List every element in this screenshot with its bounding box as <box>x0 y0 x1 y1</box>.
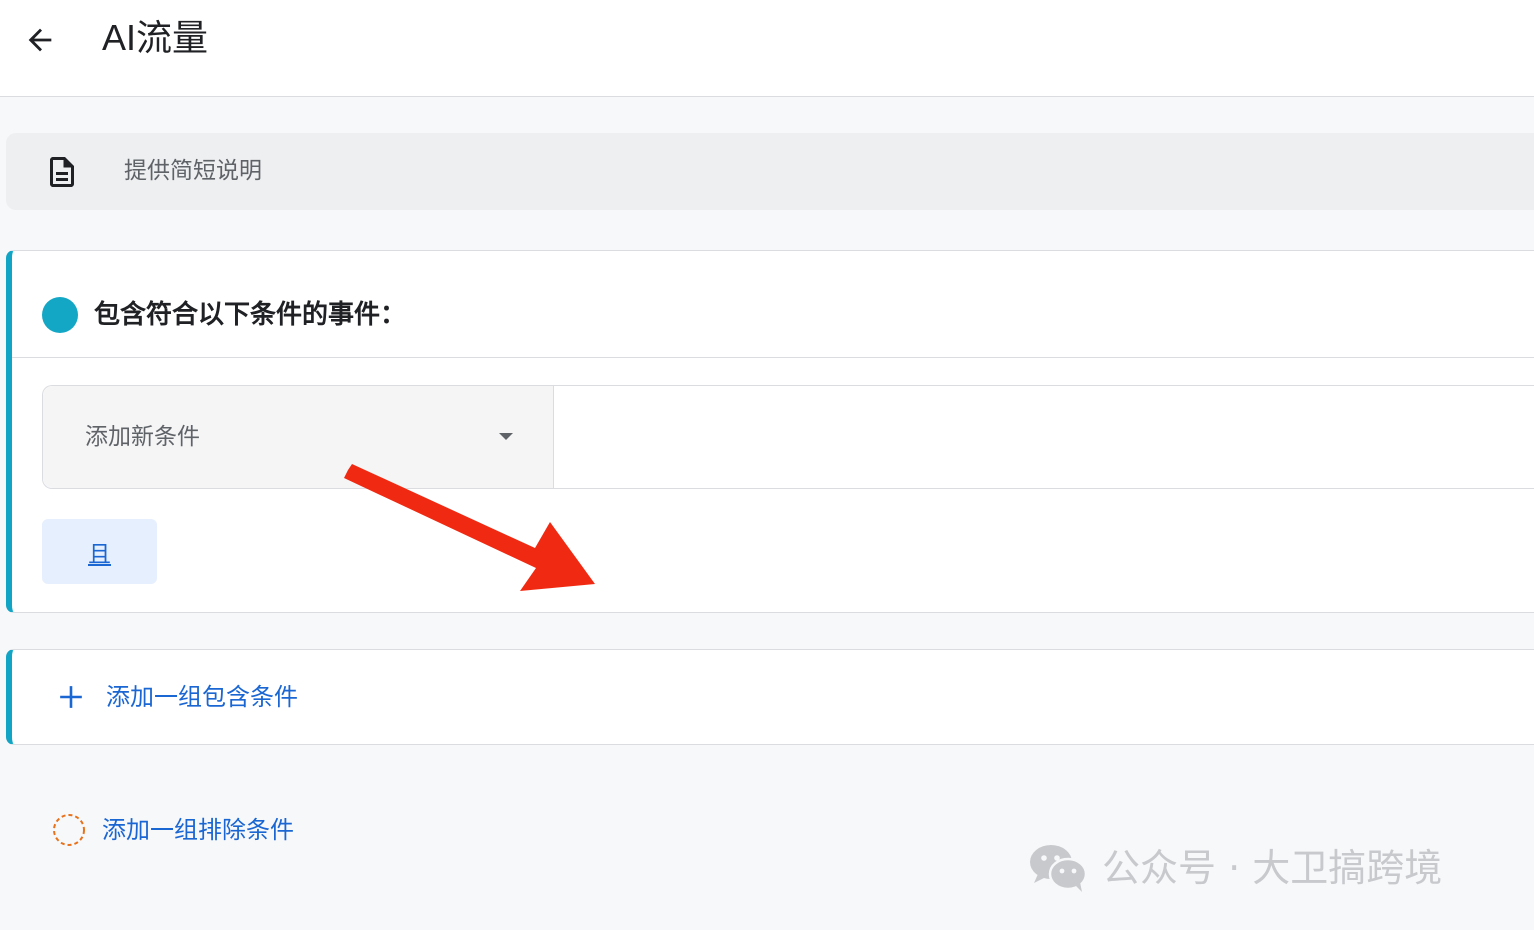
add-exclude-group-button[interactable]: 添加一组排除条件 <box>52 813 294 847</box>
wechat-icon <box>1030 845 1088 892</box>
back-button[interactable] <box>18 18 62 62</box>
page-title: AI流量 <box>102 17 209 58</box>
watermark: 公众号 · 大卫搞跨境 <box>1028 840 1442 896</box>
group-status-dot-icon <box>42 297 78 333</box>
description-placeholder: 提供简短说明 <box>124 158 262 184</box>
plus-icon <box>60 686 82 708</box>
document-icon <box>50 157 74 187</box>
add-include-group-card: 添加一组包含条件 <box>6 649 1534 745</box>
add-include-group-button[interactable]: 添加一组包含条件 <box>58 680 298 714</box>
dashed-circle-icon <box>53 814 85 846</box>
include-group-title: 包含符合以下条件的事件： <box>94 300 407 330</box>
watermark-text: 公众号 · 大卫搞跨境 <box>1102 846 1443 890</box>
arrow-left-icon <box>28 28 52 52</box>
red-arrow-icon <box>344 464 595 591</box>
and-button[interactable]: 且 <box>42 519 157 584</box>
include-condition-group: 包含符合以下条件的事件： 添加新条件 且 <box>6 250 1534 613</box>
caret-down-icon <box>499 433 513 440</box>
header: AI流量 <box>0 0 1534 97</box>
add-include-group-label: 添加一组包含条件 <box>106 683 298 711</box>
add-exclude-group-label: 添加一组排除条件 <box>102 816 294 844</box>
description-field[interactable]: 提供简短说明 <box>6 133 1534 210</box>
add-condition-label: 添加新条件 <box>85 424 200 450</box>
include-group-header: 包含符合以下条件的事件： <box>12 251 1534 358</box>
condition-row: 添加新条件 <box>42 385 1534 489</box>
